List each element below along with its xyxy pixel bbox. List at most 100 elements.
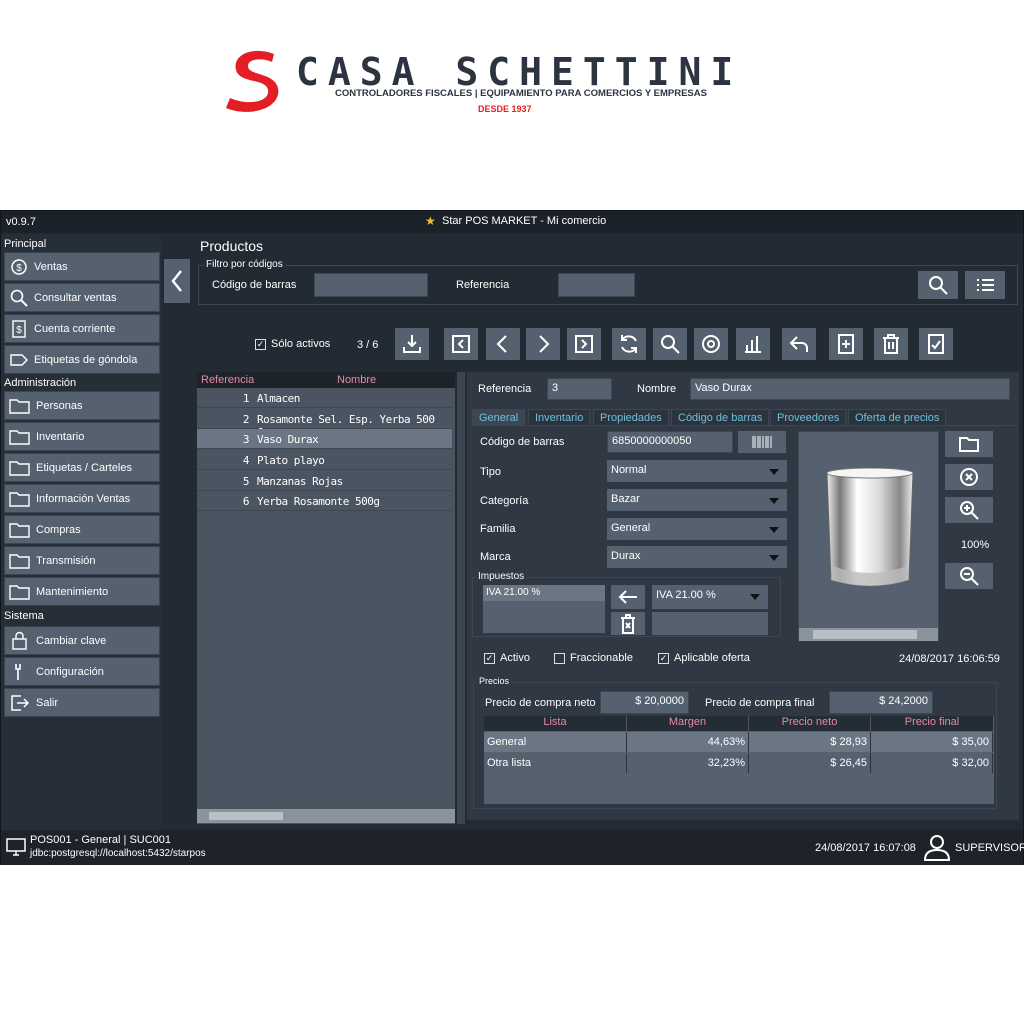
familia-select[interactable]: General <box>607 518 787 540</box>
image-scrollbar[interactable] <box>799 628 938 641</box>
tab-proveedores[interactable]: Proveedores <box>770 409 847 425</box>
tipo-select[interactable]: Normal <box>607 460 787 482</box>
sidebar-section-sistema: Sistema <box>4 610 44 622</box>
list-item[interactable]: 1 Almacen <box>197 388 452 408</box>
row-ref: 3 <box>242 433 250 446</box>
next-record-button[interactable] <box>526 328 560 360</box>
sidebar-item-informacion-ventas[interactable]: Información Ventas <box>4 484 160 513</box>
page-title: Productos <box>200 238 264 254</box>
price-cell-neto[interactable]: $ 26,45 <box>749 753 871 773</box>
product-image-glass <box>826 468 914 587</box>
add-tax-button[interactable] <box>611 585 645 609</box>
sidebar-item-mantenimiento[interactable]: Mantenimiento <box>4 577 160 606</box>
folder-icon <box>959 437 979 452</box>
new-button[interactable] <box>829 328 863 360</box>
net-cost-input[interactable]: $ 20,0000 <box>600 691 689 714</box>
first-record-button[interactable] <box>444 328 478 360</box>
open-image-button[interactable] <box>945 431 993 457</box>
only-active-checkbox[interactable]: ✓ Sólo activos <box>255 338 330 350</box>
price-cell-lista[interactable]: Otra lista <box>484 753 627 773</box>
price-cell-final[interactable]: $ 35,00 <box>871 732 993 752</box>
barcode-generate-button[interactable] <box>738 431 786 453</box>
sidebar-item-salir[interactable]: Salir <box>4 688 160 717</box>
sidebar-item-ventas[interactable]: $ Ventas <box>4 252 160 281</box>
row-ref: 2 <box>242 413 250 426</box>
collapse-sidebar-button[interactable] <box>164 259 190 303</box>
tax-list[interactable]: IVA 21.00 % <box>483 585 605 633</box>
sidebar-item-cuenta-corriente[interactable]: $ Cuenta corriente <box>4 314 160 343</box>
undo-button[interactable] <box>782 328 816 360</box>
product-list-header: Referencia Nombre <box>197 372 455 388</box>
sidebar-item-transmision[interactable]: Transmisión <box>4 546 160 575</box>
tax-select[interactable]: IVA 21.00 % <box>652 585 768 609</box>
list-item[interactable]: 6 Yerba Rosamonte 500g <box>197 491 452 511</box>
price-cell-margen[interactable]: 32,23% <box>627 753 749 773</box>
reference-input[interactable]: 3 <box>547 378 612 400</box>
refresh-button[interactable] <box>612 328 646 360</box>
sidebar-item-compras[interactable]: Compras <box>4 515 160 544</box>
filter-list-button[interactable] <box>965 271 1005 299</box>
scrollbar-thumb[interactable] <box>209 812 283 820</box>
sidebar-item-cambiar-clave[interactable]: Cambiar clave <box>4 626 160 655</box>
sidebar-item-inventario[interactable]: Inventario <box>4 422 160 451</box>
sidebar-item-etiquetas-gondola[interactable]: Etiquetas de góndola <box>4 345 160 374</box>
import-button[interactable] <box>395 328 429 360</box>
delete-button[interactable] <box>874 328 908 360</box>
fraccionable-checkbox[interactable]: Fraccionable <box>554 652 633 664</box>
sort-button[interactable] <box>736 328 770 360</box>
price-cell-lista[interactable]: General <box>484 732 627 752</box>
tab-oferta-precios[interactable]: Oferta de precios <box>848 409 947 425</box>
svg-text:$: $ <box>16 263 22 274</box>
activo-checkbox[interactable]: ✓ Activo <box>484 652 530 664</box>
categoria-select[interactable]: Bazar <box>607 489 787 511</box>
sidebar-item-label: Etiquetas de góndola <box>34 353 138 366</box>
tab-inventario[interactable]: Inventario <box>528 409 591 425</box>
previous-record-button[interactable] <box>486 328 520 360</box>
remove-image-button[interactable] <box>945 464 993 490</box>
sidebar-item-configuracion[interactable]: Configuración <box>4 657 160 686</box>
aplicable-oferta-checkbox[interactable]: ✓ Aplicable oferta <box>658 652 750 664</box>
download-icon <box>403 335 421 353</box>
price-cell-final[interactable]: $ 32,00 <box>871 753 993 773</box>
current-user[interactable]: SUPERVISOR <box>955 842 1024 854</box>
folder-icon <box>9 522 30 538</box>
status-datetime: 24/08/2017 16:07:08 <box>815 842 916 854</box>
app-title: Star POS MARKET - Mi comercio <box>442 215 607 227</box>
save-button[interactable] <box>919 328 953 360</box>
sidebar-item-etiquetas-carteles[interactable]: Etiquetas / Carteles <box>4 453 160 482</box>
filter-barcode-input[interactable] <box>314 273 428 297</box>
scrollbar-thumb[interactable] <box>813 630 917 639</box>
last-record-button[interactable] <box>567 328 601 360</box>
list-item[interactable]: 2 Rosamonte Sel. Esp. Yerba 500 Grs <box>197 409 452 439</box>
filter-reference-input[interactable] <box>558 273 635 297</box>
search-button[interactable] <box>653 328 687 360</box>
sidebar-item-personas[interactable]: Personas <box>4 391 160 420</box>
oferta-label: Aplicable oferta <box>674 652 750 664</box>
remove-tax-button[interactable] <box>611 612 645 635</box>
filter-search-button[interactable] <box>918 271 958 299</box>
splitter[interactable] <box>457 372 465 824</box>
price-cell-margen[interactable]: 44,63% <box>627 732 749 752</box>
list-horizontal-scrollbar[interactable] <box>197 809 455 823</box>
list-icon <box>977 279 994 291</box>
sidebar-item-consultar-ventas[interactable]: Consultar ventas <box>4 283 160 312</box>
tax-value-field[interactable] <box>652 612 768 635</box>
list-item-selected[interactable]: 3 Vaso Durax <box>197 429 452 449</box>
zoom-out-button[interactable] <box>945 563 993 589</box>
zoom-in-button[interactable] <box>945 497 993 523</box>
column-header-referencia: Referencia <box>201 374 255 386</box>
final-cost-input[interactable]: $ 24,2000 <box>829 691 933 714</box>
list-item[interactable]: 5 Manzanas Rojas <box>197 471 452 491</box>
barcode-input[interactable]: 6850000000050 <box>607 431 733 453</box>
tab-propiedades[interactable]: Propiedades <box>593 409 669 425</box>
title-bar: v0.9.7 ★ Star POS MARKET - Mi comercio <box>1 211 1023 233</box>
marca-select[interactable]: Durax <box>607 546 787 568</box>
list-item[interactable]: 4 Plato playo <box>197 450 452 470</box>
arrow-left-icon <box>618 590 637 604</box>
sync-settings-button[interactable] <box>694 328 728 360</box>
price-cell-neto[interactable]: $ 28,93 <box>749 732 871 752</box>
tax-list-item[interactable]: IVA 21.00 % <box>483 585 605 601</box>
name-input[interactable]: Vaso Durax <box>690 378 1010 400</box>
tab-general[interactable]: General <box>472 409 526 425</box>
tab-codigo-barras[interactable]: Código de barras <box>671 409 770 425</box>
